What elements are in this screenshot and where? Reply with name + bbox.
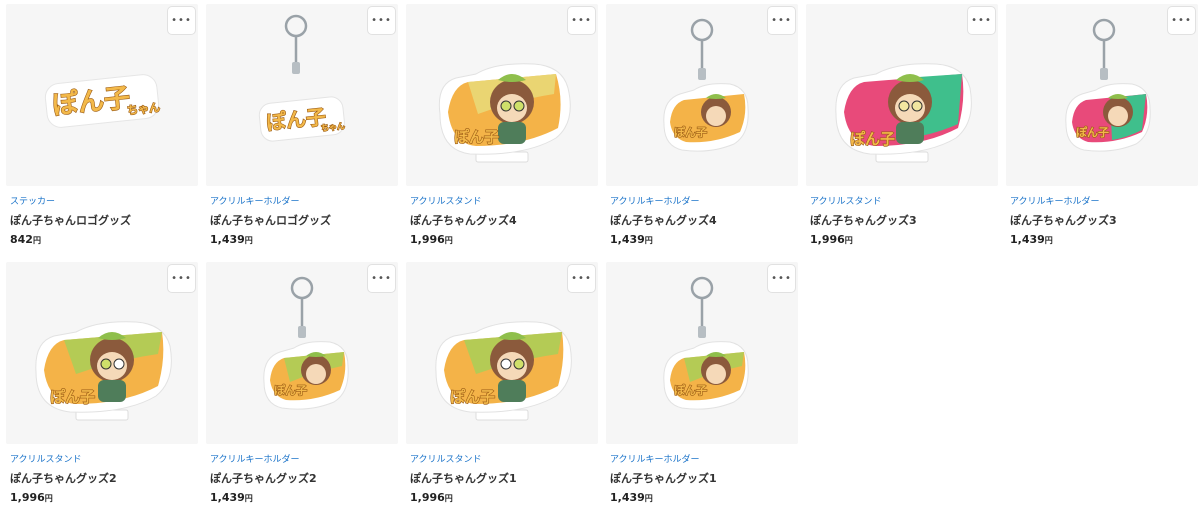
logo-mark: ぽん子: [674, 383, 707, 397]
logo-mark-small: ちゃん: [126, 101, 160, 117]
more-horizontal-icon: •••: [171, 14, 192, 26]
product-thumbnail[interactable]: ぽん子 •••: [806, 4, 998, 186]
product-thumbnail[interactable]: ぽん子 ちゃん •••: [206, 4, 398, 186]
product-category[interactable]: アクリルキーホルダー: [210, 452, 398, 465]
product-price: 1,996円: [10, 491, 53, 504]
product-thumbnail[interactable]: ぽん子 •••: [6, 262, 198, 444]
more-horizontal-icon: •••: [171, 272, 192, 284]
more-options-button[interactable]: •••: [1167, 6, 1196, 35]
more-options-button[interactable]: •••: [567, 6, 596, 35]
product-card[interactable]: ぽん子 ••• アクリルスタンド ぽん子ちゃんグッズ2 1,996円: [6, 262, 198, 508]
more-options-button[interactable]: •••: [767, 6, 796, 35]
product-price: 1,439円: [210, 233, 253, 246]
more-horizontal-icon: •••: [771, 272, 792, 284]
logo-mark: ぽん子: [454, 128, 499, 146]
more-options-button[interactable]: •••: [567, 264, 596, 293]
product-price: 1,439円: [1010, 233, 1053, 246]
product-title[interactable]: ぽん子ちゃんグッズ4: [610, 212, 798, 228]
product-card[interactable]: ぽん子 ••• アクリルキーホルダー ぽん子ちゃんグッズ3 1,439円: [1006, 4, 1198, 250]
product-card[interactable]: ぽん子 ••• アクリルキーホルダー ぽん子ちゃんグッズ1 1,439円: [606, 262, 798, 508]
product-card[interactable]: ぽん子 ••• アクリルキーホルダー ぽん子ちゃんグッズ4 1,439円: [606, 4, 798, 250]
product-thumbnail[interactable]: ぽん子 •••: [406, 4, 598, 186]
product-card[interactable]: ぽん子 ちゃん ••• ステッカー ぽん子ちゃんロゴグッズ 842円: [6, 4, 198, 250]
product-title[interactable]: ぽん子ちゃんグッズ1: [610, 470, 798, 486]
product-card[interactable]: ぽん子 ちゃん ••• アクリルキーホルダー ぽん子ちゃんロゴグッズ 1,439…: [206, 4, 398, 250]
product-title[interactable]: ぽん子ちゃんグッズ1: [410, 470, 598, 486]
more-options-button[interactable]: •••: [967, 6, 996, 35]
more-horizontal-icon: •••: [1171, 14, 1192, 26]
more-options-button[interactable]: •••: [167, 264, 196, 293]
product-card[interactable]: ぽん子 ••• アクリルキーホルダー ぽん子ちゃんグッズ2 1,439円: [206, 262, 398, 508]
more-options-button[interactable]: •••: [367, 264, 396, 293]
product-thumbnail[interactable]: ぽん子 •••: [606, 4, 798, 186]
product-price: 1,439円: [210, 491, 253, 504]
product-category[interactable]: アクリルキーホルダー: [610, 452, 798, 465]
product-thumbnail[interactable]: ぽん子 •••: [406, 262, 598, 444]
logo-mark: ぽん子: [850, 130, 895, 148]
logo-mark: ぽん子: [274, 383, 307, 397]
product-category[interactable]: アクリルキーホルダー: [610, 194, 798, 207]
more-horizontal-icon: •••: [571, 272, 592, 284]
product-price: 1,996円: [810, 233, 853, 246]
product-category[interactable]: アクリルスタンド: [410, 194, 598, 207]
product-thumbnail[interactable]: ぽん子 •••: [606, 262, 798, 444]
product-category[interactable]: アクリルスタンド: [810, 194, 998, 207]
product-price: 1,996円: [410, 491, 453, 504]
logo-mark: ぽん子: [450, 388, 495, 406]
more-horizontal-icon: •••: [571, 14, 592, 26]
more-horizontal-icon: •••: [371, 14, 392, 26]
product-category[interactable]: ステッカー: [10, 194, 198, 207]
product-category[interactable]: アクリルスタンド: [410, 452, 598, 465]
product-category[interactable]: アクリルスタンド: [10, 452, 198, 465]
product-card[interactable]: ぽん子 ••• アクリルスタンド ぽん子ちゃんグッズ4 1,996円: [406, 4, 598, 250]
logo-mark: ぽん子: [674, 125, 707, 139]
product-title[interactable]: ぽん子ちゃんグッズ4: [410, 212, 598, 228]
product-price: 1,439円: [610, 233, 653, 246]
product-price: 842円: [10, 233, 41, 246]
more-horizontal-icon: •••: [371, 272, 392, 284]
product-title[interactable]: ぽん子ちゃんグッズ2: [210, 470, 398, 486]
more-options-button[interactable]: •••: [767, 264, 796, 293]
more-horizontal-icon: •••: [971, 14, 992, 26]
product-thumbnail[interactable]: ぽん子 •••: [1006, 4, 1198, 186]
product-price: 1,439円: [610, 491, 653, 504]
product-title[interactable]: ぽん子ちゃんグッズ2: [10, 470, 198, 486]
more-horizontal-icon: •••: [771, 14, 792, 26]
product-grid: ぽん子 ちゃん ••• ステッカー ぽん子ちゃんロゴグッズ 842円 ぽん子 ち…: [6, 4, 1198, 508]
product-title[interactable]: ぽん子ちゃんグッズ3: [810, 212, 998, 228]
logo-mark: ぽん子: [50, 388, 95, 406]
product-card[interactable]: ぽん子 ••• アクリルスタンド ぽん子ちゃんグッズ1 1,996円: [406, 262, 598, 508]
product-title[interactable]: ぽん子ちゃんグッズ3: [1010, 212, 1198, 228]
product-price: 1,996円: [410, 233, 453, 246]
product-category[interactable]: アクリルキーホルダー: [210, 194, 398, 207]
logo-mark: ぽん子: [1076, 125, 1109, 139]
product-thumbnail[interactable]: ぽん子 ちゃん •••: [6, 4, 198, 186]
product-card[interactable]: ぽん子 ••• アクリルスタンド ぽん子ちゃんグッズ3 1,996円: [806, 4, 998, 250]
product-thumbnail[interactable]: ぽん子 •••: [206, 262, 398, 444]
product-title[interactable]: ぽん子ちゃんロゴグッズ: [210, 212, 398, 228]
product-title[interactable]: ぽん子ちゃんロゴグッズ: [10, 212, 198, 228]
product-category[interactable]: アクリルキーホルダー: [1010, 194, 1198, 207]
more-options-button[interactable]: •••: [167, 6, 196, 35]
more-options-button[interactable]: •••: [367, 6, 396, 35]
